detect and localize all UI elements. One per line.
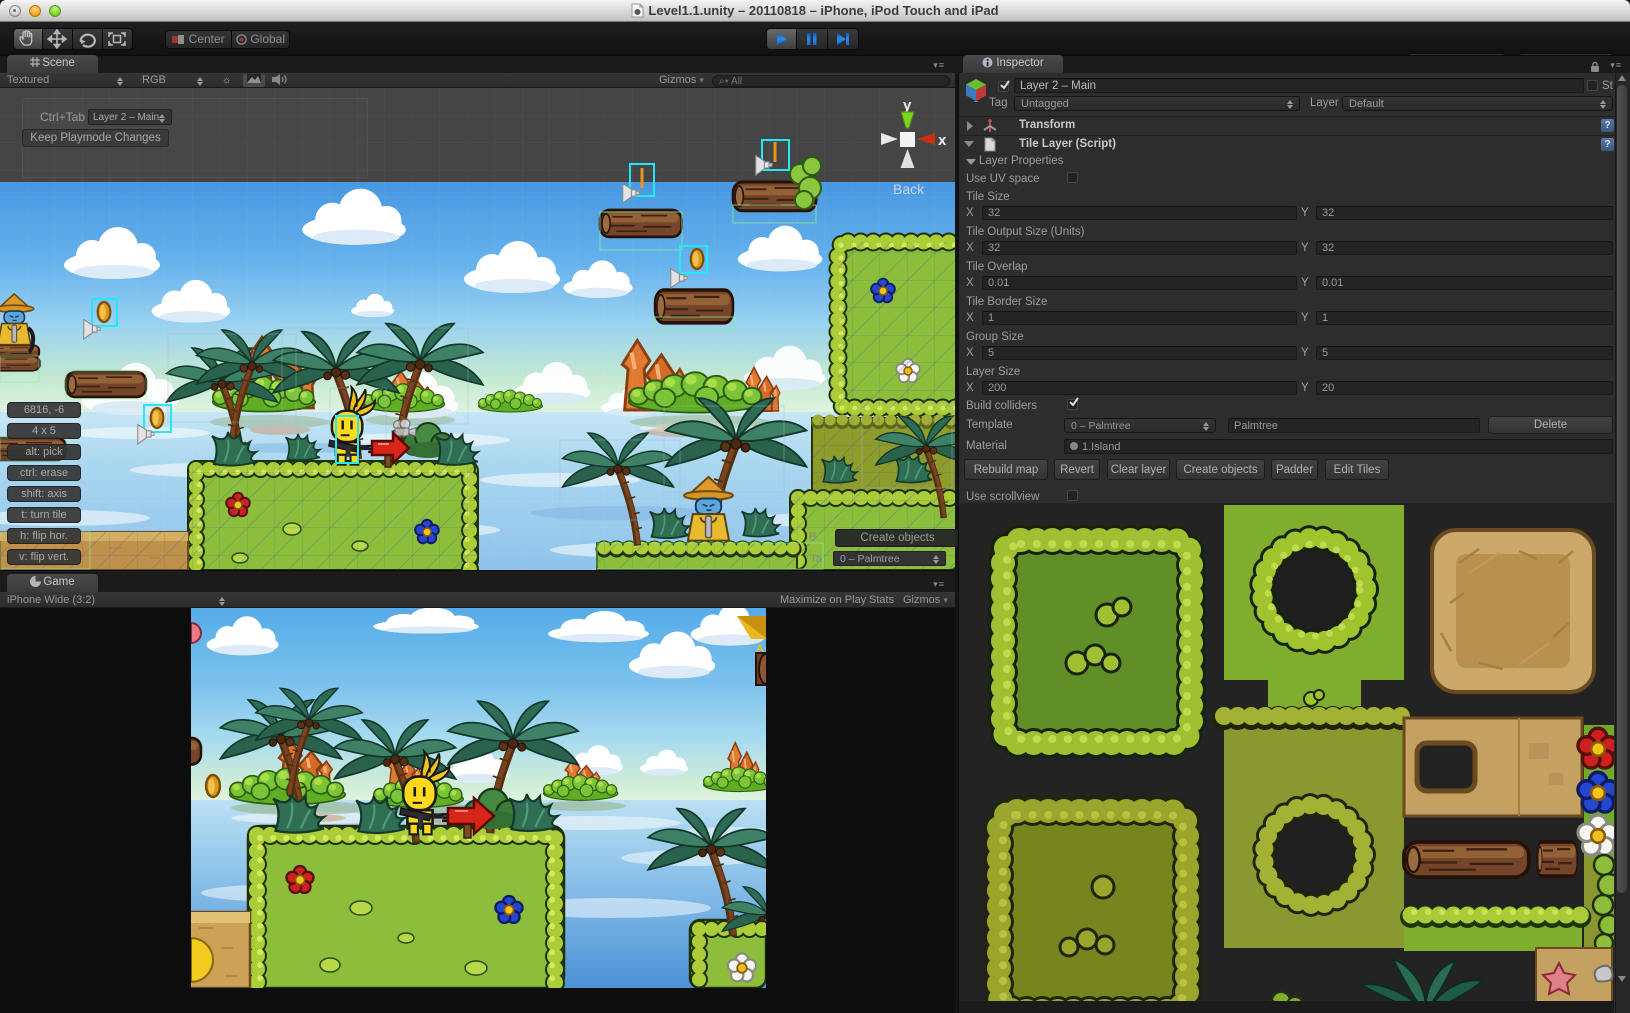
svg-text:y: y [903,97,912,114]
svg-text:x: x [938,132,947,149]
svg-text:A: A [756,643,764,655]
svg-text:Back: Back [893,181,925,197]
